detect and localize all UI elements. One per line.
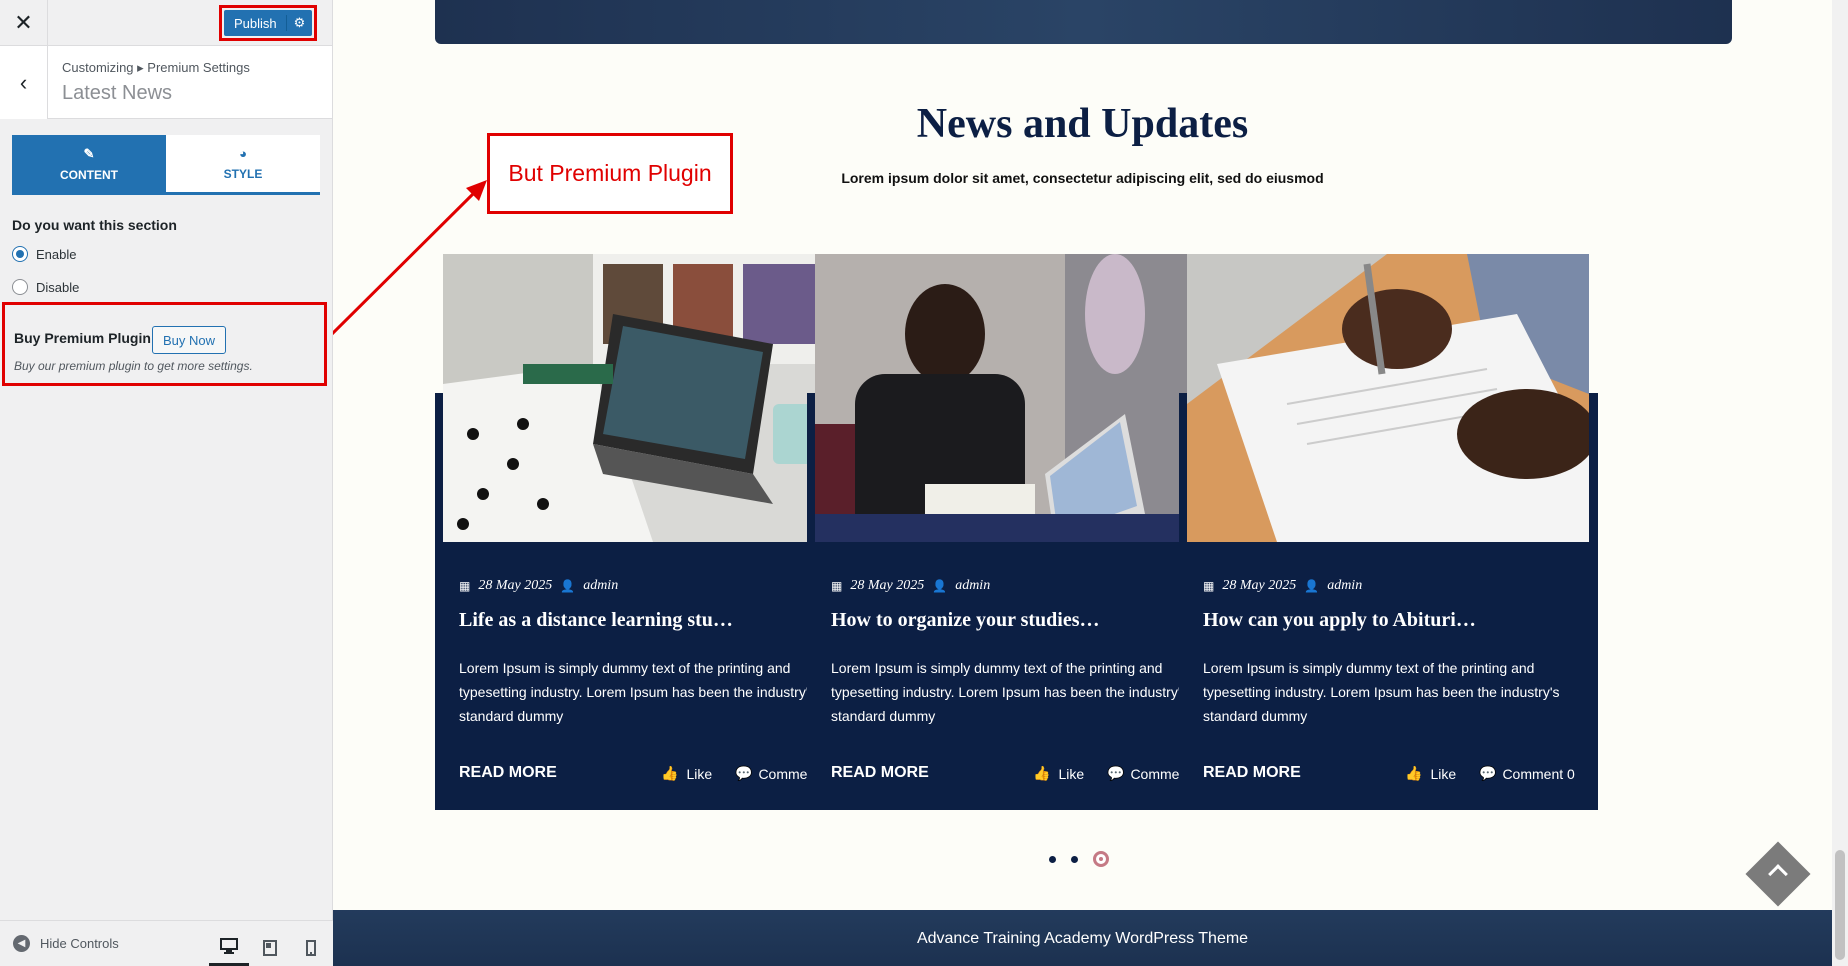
card-date: 28 May 2025 [1222,578,1297,593]
disable-option[interactable]: Disable [12,279,79,295]
back-button[interactable]: ‹ [0,46,48,119]
premium-description: Buy our premium plugin to get more setti… [14,359,253,373]
user-icon: 👤 [560,578,576,593]
like-button[interactable]: 👍 Like [1033,765,1084,782]
man-studying-photo[interactable] [815,254,1217,542]
top-banner-image [435,0,1732,44]
publish-label: Publish [234,15,277,31]
woman-laptop-photo[interactable] [443,254,845,542]
calendar-icon: ▦ [1203,578,1215,593]
read-more-link[interactable]: READ MORE [459,764,557,782]
comments-icon: 💬 [735,765,753,781]
customizer-header: ✕ Publish ⚙ [0,0,332,46]
enable-radio[interactable] [12,246,28,262]
scroll-to-top-button[interactable] [1745,841,1811,907]
premium-label: Buy Premium Plugin [14,330,151,346]
mobile-icon[interactable] [291,929,331,966]
card-meta: ▦ 28 May 2025 👤 admin [1203,578,1362,594]
comment-label: Comment 0 [1502,765,1575,782]
footer-text: Advance Training Academy WordPress Theme [916,930,1249,947]
card-date: 28 May 2025 [478,578,553,593]
card-author: admin [955,578,991,593]
card-title[interactable]: How can you apply to Abituri… [1203,609,1476,632]
close-icon: ✕ [14,10,33,35]
breadcrumb: Customizing ▸ Premium Settings [62,60,250,75]
thumbs-up-icon: 👍 [1033,765,1051,781]
card-excerpt: Lorem Ipsum is simply dummy text of the … [1203,660,1560,724]
thumbs-up-icon: 👍 [661,765,679,781]
like-button[interactable]: 👍 Like [661,765,712,782]
site-preview: News and Updates Lorem ipsum dolor sit a… [333,0,1848,966]
customizer-sidebar: ✕ Publish ⚙ ‹ Customizing ▸ Premium Sett… [0,0,333,966]
tab-style-label: STYLE [223,167,263,181]
tab-bar: ✎ CONTENT ◕ STYLE [12,135,320,195]
signing-document-photo[interactable] [1187,254,1589,542]
customizer-footer: ◀ Hide Controls [0,920,333,966]
read-more-link[interactable]: READ MORE [831,764,929,782]
tab-content[interactable]: ✎ CONTENT [12,135,166,192]
read-more-link[interactable]: READ MORE [1203,764,1301,782]
section-header: ‹ Customizing ▸ Premium Settings Latest … [0,46,332,119]
disable-radio[interactable] [12,279,28,295]
publish-highlight: Publish ⚙ [219,5,317,41]
like-label: Like [1430,765,1457,782]
comments-icon: 💬 [1479,765,1497,781]
calendar-icon: ▦ [831,578,843,593]
enable-label: Enable [36,246,77,262]
edit-icon: ✎ [83,145,95,161]
enable-option[interactable]: Enable [12,246,76,262]
tab-style[interactable]: ◕ STYLE [166,135,320,192]
like-label: Like [1058,765,1085,782]
card-title[interactable]: How to organize your studies… [831,609,1100,632]
like-label: Like [686,765,713,782]
card-date: 28 May 2025 [850,578,925,593]
section-toggle-question: Do you want this section [12,217,177,233]
tablet-icon[interactable] [250,929,290,966]
card-meta: ▦ 28 May 2025 👤 admin [459,578,618,594]
calendar-icon: ▦ [459,578,471,593]
gear-icon[interactable]: ⚙ [286,15,312,31]
comment-link[interactable]: 💬 Comment 0 [1479,765,1575,782]
card-title[interactable]: Life as a distance learning stu… [459,609,733,632]
chevron-up-icon [1768,864,1788,884]
comments-icon: 💬 [1107,765,1125,781]
slider-dot-3[interactable] [1093,851,1109,867]
card-author: admin [583,578,619,593]
preview-scrollbar[interactable] [1832,0,1848,966]
chevron-left-icon: ‹ [19,69,28,95]
site-footer: Advance Training Academy WordPress Theme [333,910,1832,966]
thumbs-up-icon: 👍 [1405,765,1423,781]
scrollbar-thumb[interactable] [1835,850,1845,960]
desktop-icon[interactable] [209,929,249,966]
annotation-text: But Premium Plugin [508,160,712,186]
slider-dot-1[interactable] [1049,855,1056,863]
publish-button[interactable]: Publish ⚙ [224,10,312,36]
collapse-icon: ◀ [13,935,30,952]
card-excerpt: Lorem Ipsum is simply dummy text of the … [831,660,1188,724]
annotation-callout: But Premium Plugin [487,133,733,214]
palette-icon: ◕ [239,146,247,161]
buy-now-button[interactable]: Buy Now [152,326,226,354]
premium-highlight: Buy Premium Plugin Buy Now Buy our premi… [2,302,327,386]
card-meta: ▦ 28 May 2025 👤 admin [831,578,990,594]
hide-controls-label: Hide Controls [40,936,119,951]
section-title: Latest News [62,82,173,104]
like-button[interactable]: 👍 Like [1405,765,1456,782]
slider-dot-2[interactable] [1071,855,1078,863]
hide-controls-button[interactable]: ◀ Hide Controls [13,935,119,952]
tab-content-label: CONTENT [60,167,118,182]
close-customizer-button[interactable]: ✕ [0,0,48,46]
card-author: admin [1327,578,1363,593]
card-excerpt: Lorem Ipsum is simply dummy text of the … [459,660,816,724]
user-icon: 👤 [1304,578,1320,593]
slider-pagination [1049,851,1109,867]
disable-label: Disable [36,279,80,295]
user-icon: 👤 [932,578,948,593]
